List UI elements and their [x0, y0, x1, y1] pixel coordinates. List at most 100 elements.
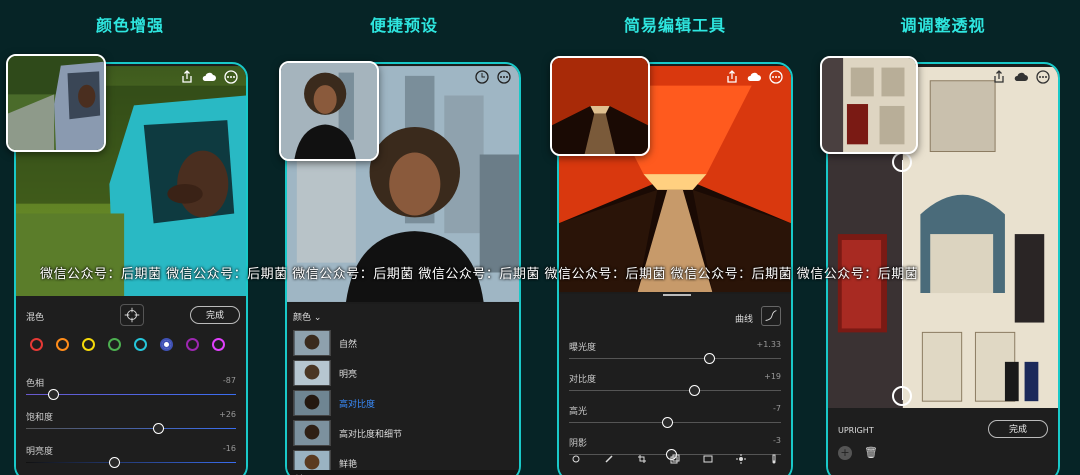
curve-icon	[765, 310, 777, 321]
share-icon[interactable]	[725, 70, 739, 84]
thumbnail-photo	[8, 56, 104, 150]
add-icon[interactable]: +	[838, 446, 852, 460]
upright-label: UPRIGHT	[838, 426, 874, 435]
preset-thumbnail	[293, 420, 331, 446]
brush-icon[interactable]	[604, 454, 614, 464]
light-panel: 曲线 曝光度 +1.33 对比度 +19 高光 -7 阴影 -3	[559, 294, 791, 475]
heading-presets: 便捷预设	[369, 16, 438, 35]
upright-panel: UPRIGHT 完成 + 🗑	[828, 408, 1058, 475]
preset-label: 自然	[339, 339, 358, 350]
swatch-green[interactable]	[108, 338, 121, 351]
slider-label: 对比度	[569, 375, 597, 385]
more-icon[interactable]	[1036, 70, 1050, 84]
delete-icon[interactable]: 🗑	[864, 446, 878, 459]
curve-label: 曲线	[734, 315, 753, 325]
curve-button[interactable]	[761, 306, 781, 326]
thumbnail-photo	[822, 58, 916, 152]
color-swatches	[30, 338, 225, 351]
cloud-sync-icon[interactable]	[747, 70, 761, 84]
slider-track	[26, 428, 236, 429]
edit-toolbar	[559, 454, 791, 464]
swatch-magenta[interactable]	[212, 338, 225, 351]
preset-item[interactable]: 自然	[293, 330, 357, 356]
watermark-text: 微信公众号：后期菌 微信公众号：后期菌 微信公众号：后期菌 微信公众号：后期菌 …	[40, 267, 919, 282]
before-thumbnail-1	[6, 54, 106, 152]
thumbnail-photo	[552, 58, 648, 154]
slider-hue[interactable]: 色相 -87	[26, 376, 236, 406]
slider-value: -16	[222, 444, 236, 453]
done-button[interactable]: 完成	[190, 306, 240, 324]
swatch-blue[interactable]	[160, 338, 173, 351]
presets-footer: ✕ 预设	[287, 470, 519, 475]
history-icon[interactable]	[475, 70, 489, 84]
slider-knob[interactable]	[689, 385, 701, 396]
top-toolbar	[475, 70, 511, 84]
slider-label: 曝光度	[569, 343, 597, 353]
preset-category-dropdown[interactable]: 颜色 ⌄	[293, 310, 321, 323]
category-label: 颜色	[293, 313, 312, 323]
preset-label: 明亮	[339, 369, 358, 380]
before-thumbnail-2	[279, 61, 379, 161]
slider-knob[interactable]	[109, 457, 121, 468]
slider-track	[569, 390, 781, 391]
preset-label: 鲜艳	[339, 459, 358, 470]
slider-knob[interactable]	[153, 423, 165, 434]
preset-item[interactable]: 高对比度和细节	[293, 420, 402, 446]
slider-label: 色相	[26, 379, 45, 389]
preset-item[interactable]: 明亮	[293, 360, 357, 386]
top-toolbar	[992, 70, 1050, 84]
light-icon[interactable]	[736, 454, 747, 464]
slider-value: +19	[764, 372, 781, 381]
slider-track	[569, 422, 781, 423]
slider-value: +26	[219, 410, 236, 419]
heading-perspective: 调调整透视	[900, 16, 986, 35]
thumbnail-photo	[281, 63, 377, 159]
slider-label: 明亮度	[26, 447, 54, 457]
preset-thumbnail	[293, 330, 331, 356]
cloud-sync-icon[interactable]	[1014, 70, 1028, 84]
top-toolbar	[180, 70, 238, 84]
preset-item-selected[interactable]: 高对比度	[293, 390, 375, 416]
slider-knob[interactable]	[661, 417, 673, 428]
crop-icon[interactable]	[637, 454, 647, 464]
preset-label: 高对比度	[339, 399, 376, 410]
more-icon[interactable]	[497, 70, 511, 84]
slider-exposure[interactable]: 曝光度 +1.33	[569, 340, 781, 368]
slider-knob[interactable]	[703, 353, 715, 364]
chevron-down-icon: ⌄	[313, 313, 322, 323]
share-icon[interactable]	[992, 70, 1006, 84]
selective-icon[interactable]	[571, 454, 581, 464]
auto-icon[interactable]	[703, 454, 713, 464]
slider-luminance[interactable]: 明亮度 -16	[26, 444, 236, 474]
before-thumbnail-4	[820, 56, 918, 154]
before-thumbnail-3	[550, 56, 650, 156]
more-icon[interactable]	[769, 70, 783, 84]
preset-label: 高对比度和细节	[339, 429, 403, 440]
slider-contrast[interactable]: 对比度 +19	[569, 372, 781, 400]
panel-handle[interactable]	[663, 294, 691, 296]
slider-knob[interactable]	[48, 389, 60, 400]
slider-value: +1.33	[756, 340, 781, 349]
swatch-orange[interactable]	[56, 338, 69, 351]
slider-track	[26, 462, 236, 463]
presets-panel: 颜色 ⌄ 自然 明亮 高对比度 高对比度和细节 鲜艳 ✕ 预设	[287, 304, 519, 475]
slider-label: 阴影	[569, 439, 588, 449]
slider-value: -3	[773, 436, 781, 445]
target-adjust-button[interactable]	[120, 304, 144, 326]
swatch-yellow[interactable]	[82, 338, 95, 351]
done-button[interactable]: 完成	[988, 420, 1048, 438]
swatch-aqua[interactable]	[134, 338, 147, 351]
swatch-red[interactable]	[30, 338, 43, 351]
more-icon[interactable]	[224, 70, 238, 84]
preset-thumbnail	[293, 390, 331, 416]
presets-icon[interactable]	[670, 454, 680, 464]
slider-highlights[interactable]: 高光 -7	[569, 404, 781, 432]
slider-track	[569, 358, 781, 359]
slider-label: 高光	[569, 407, 588, 417]
color-temp-icon[interactable]	[769, 454, 779, 464]
swatch-purple[interactable]	[186, 338, 199, 351]
share-icon[interactable]	[180, 70, 194, 84]
cloud-sync-icon[interactable]	[202, 70, 216, 84]
slider-saturation[interactable]: 饱和度 +26	[26, 410, 236, 440]
slider-value: -87	[222, 376, 236, 385]
